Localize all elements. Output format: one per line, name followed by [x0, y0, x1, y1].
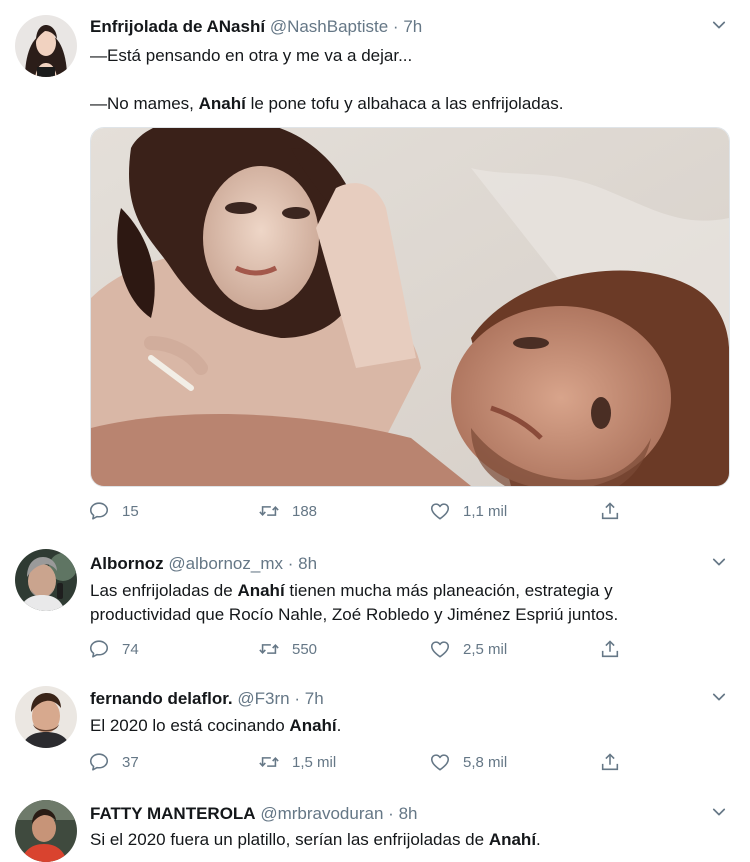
tweet-text-line: —No mames, Anahí le pone tofu y albahaca…	[90, 94, 564, 113]
retweet-button[interactable]: 1,5 mil	[258, 751, 336, 773]
heart-outline-icon	[429, 638, 451, 660]
display-name[interactable]: Albornoz	[90, 554, 164, 573]
tweet-header: Albornoz @albornoz_mx · 8h	[90, 554, 317, 574]
avatar[interactable]	[15, 549, 77, 611]
chevron-down-icon[interactable]	[710, 803, 728, 821]
tweet[interactable]: Albornoz @albornoz_mx · 8h Las enfrijola…	[0, 537, 750, 675]
tweet[interactable]: Enfrijolada de ANashí @NashBaptiste · 7h…	[0, 0, 750, 538]
reply-button[interactable]: 15	[88, 500, 139, 522]
speech-bubble-icon	[88, 500, 110, 522]
separator-dot: ·	[392, 17, 399, 36]
reply-button[interactable]: 74	[88, 638, 139, 660]
tweet-header: FATTY MANTEROLA @mrbravoduran · 8h	[90, 804, 417, 824]
like-button[interactable]: 5,8 mil	[429, 751, 507, 773]
like-count: 1,1 mil	[463, 502, 508, 520]
separator-dot: ·	[388, 804, 394, 823]
retweet-count: 1,5 mil	[292, 753, 337, 771]
display-name[interactable]: FATTY MANTEROLA	[90, 804, 256, 823]
retweet-button[interactable]: 188	[258, 500, 317, 522]
highlighted-term: Anahí	[289, 716, 337, 735]
tweet-actions: 15 188 1,1 mil	[88, 500, 648, 522]
highlighted-term: Anahí	[488, 830, 537, 849]
user-handle[interactable]: @F3rn	[237, 689, 289, 708]
timestamp[interactable]: 8h	[399, 804, 418, 823]
reply-button[interactable]: 37	[88, 751, 139, 773]
like-count: 5,8 mil	[463, 753, 508, 771]
share-button[interactable]	[599, 751, 621, 773]
tweet-text-line: Las enfrijoladas de Anahí tienen mucha m…	[90, 581, 613, 600]
timestamp[interactable]: 7h	[305, 689, 324, 708]
avatar[interactable]	[15, 15, 77, 77]
like-count: 2,5 mil	[463, 640, 508, 658]
timestamp[interactable]: 8h	[298, 554, 317, 573]
chevron-down-icon[interactable]	[710, 553, 728, 571]
separator-dot: ·	[294, 689, 300, 708]
user-handle[interactable]: @NashBaptiste	[270, 17, 388, 36]
retweet-count: 550	[292, 640, 318, 658]
retweet-arrows-icon	[258, 500, 280, 522]
retweet-button[interactable]: 550	[258, 638, 317, 660]
tweet-actions: 37 1,5 mil 5,8 mil	[88, 751, 648, 773]
separator-dot: ·	[287, 554, 294, 573]
display-name[interactable]: fernando delaflor.	[90, 689, 233, 708]
share-button[interactable]	[599, 638, 621, 660]
heart-outline-icon	[429, 500, 451, 522]
reply-count: 15	[122, 502, 139, 520]
tweet[interactable]: fernando delaflor. @F3rn · 7h El 2020 lo…	[0, 674, 750, 789]
tweet-actions: 74 550 2,5 mil	[88, 638, 648, 660]
tweet-header: Enfrijolada de ANashí @NashBaptiste · 7h	[90, 17, 422, 37]
heart-outline-icon	[429, 751, 451, 773]
retweet-arrows-icon	[258, 751, 280, 773]
speech-bubble-icon	[88, 638, 110, 660]
highlighted-term: Anahí	[237, 581, 285, 600]
share-button[interactable]	[599, 500, 621, 522]
tweet-text-line: Si el 2020 fuera un platillo, serían las…	[90, 830, 541, 849]
tweet-media-image[interactable]	[90, 127, 730, 487]
speech-bubble-icon	[88, 751, 110, 773]
like-button[interactable]: 1,1 mil	[429, 500, 507, 522]
chevron-down-icon[interactable]	[710, 16, 728, 34]
retweet-arrows-icon	[258, 638, 280, 660]
avatar[interactable]	[15, 686, 77, 748]
highlighted-term: Anahí	[198, 94, 246, 113]
retweet-count: 188	[292, 502, 318, 520]
reply-count: 37	[122, 753, 139, 771]
user-handle[interactable]: @albornoz_mx	[168, 554, 283, 573]
timestamp[interactable]: 7h	[403, 17, 422, 36]
like-button[interactable]: 2,5 mil	[429, 638, 507, 660]
tweet-text-line: —Está pensando en otra y me va a dejar..…	[90, 46, 413, 65]
user-handle[interactable]: @mrbravoduran	[260, 804, 383, 823]
share-upload-icon	[599, 751, 621, 773]
chevron-down-icon[interactable]	[710, 688, 728, 706]
share-upload-icon	[599, 638, 621, 660]
tweet-text-line: El 2020 lo está cocinando Anahí.	[90, 716, 342, 735]
tweet-header: fernando delaflor. @F3rn · 7h	[90, 689, 324, 709]
tweet-text-line: productividad que Rocío Nahle, Zoé Roble…	[90, 605, 619, 624]
share-upload-icon	[599, 500, 621, 522]
avatar[interactable]	[15, 800, 77, 862]
display-name[interactable]: Enfrijolada de ANashí	[90, 17, 265, 36]
tweet[interactable]: FATTY MANTEROLA @mrbravoduran · 8h Si el…	[0, 788, 750, 862]
reply-count: 74	[122, 640, 139, 658]
